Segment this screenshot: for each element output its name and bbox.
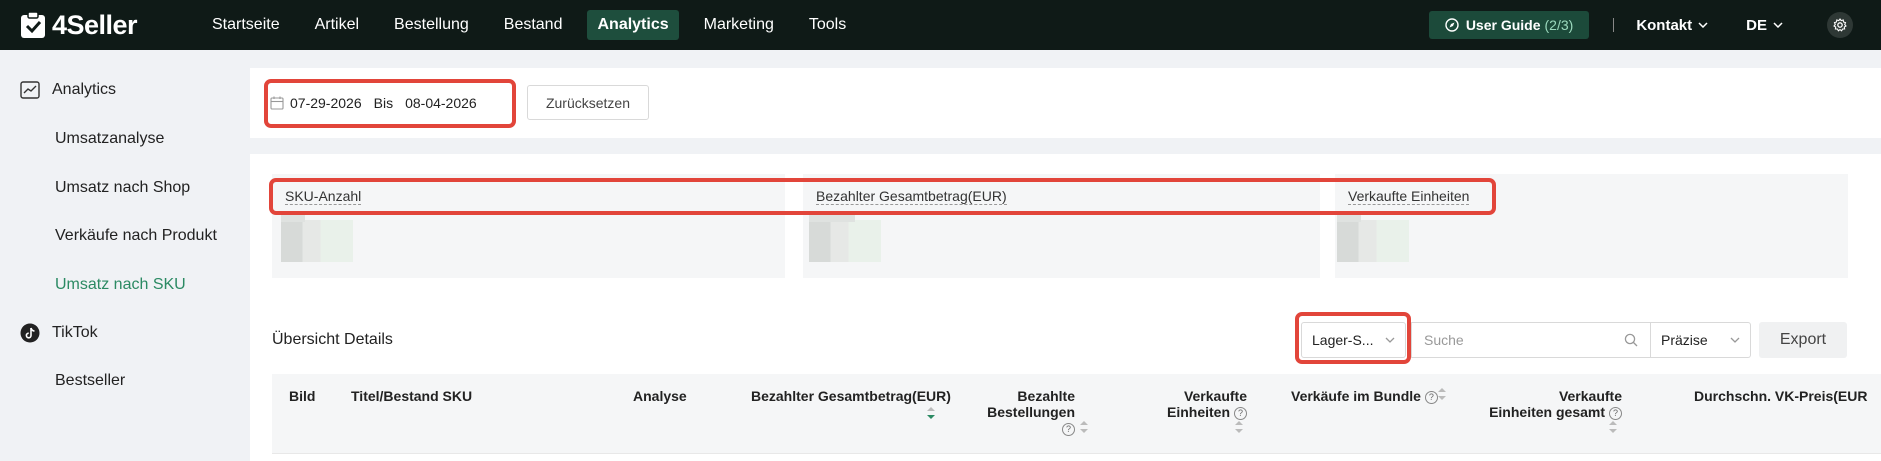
language-dropdown[interactable]: DE xyxy=(1746,17,1783,34)
metric-value-sku-blurred xyxy=(281,212,353,262)
nav-item-bestellung[interactable]: Bestellung xyxy=(384,10,479,40)
column-header-line: Bezahlte xyxy=(1017,388,1075,404)
chevron-down-icon xyxy=(1773,22,1783,28)
chart-line-icon xyxy=(20,80,40,100)
column-header-verkaufte-einheiten-gesamt: Verkaufte Einheiten gesamt? xyxy=(1470,388,1622,420)
sidebar-item-umsatz-nach-sku[interactable]: Umsatz nach SKU xyxy=(55,276,186,294)
user-guide-label: User Guide xyxy=(1465,17,1541,33)
column-header-durchschn-vk-preis: Durchschn. VK-Preis(EUR xyxy=(1694,388,1868,404)
column-header-bezahlte-bestellungen: Bezahlte Bestellungen? xyxy=(975,388,1075,436)
sort-icon[interactable] xyxy=(1608,420,1618,434)
help-question-icon[interactable]: ? xyxy=(1424,390,1438,404)
sort-descending-icon[interactable] xyxy=(926,406,936,420)
sidebar-item-bestseller[interactable]: Bestseller xyxy=(55,372,125,390)
search-field[interactable] xyxy=(1411,322,1651,358)
sort-icon[interactable] xyxy=(1437,387,1447,401)
gear-icon xyxy=(1833,18,1847,32)
metric-value-amount-blurred xyxy=(809,212,881,262)
column-header-bezahlter-gesamtbetrag: Bezahlter Gesamtbetrag(EUR) xyxy=(751,388,951,404)
column-header-verkaeufe-im-bundle: Verkäufe im Bundle? xyxy=(1291,388,1438,404)
column-header-line: Verkaufte xyxy=(1558,388,1622,404)
column-header-verkaufte-einheiten: Verkaufte Einheiten? xyxy=(1130,388,1247,420)
help-question-icon[interactable]: ? xyxy=(1609,406,1622,420)
column-header-line: Einheiten? xyxy=(1130,404,1247,420)
column-header-line-text: Einheiten xyxy=(1166,404,1230,420)
search-input[interactable] xyxy=(1424,332,1604,348)
help-question-icon[interactable]: ? xyxy=(1062,422,1075,436)
column-header-bild: Bild xyxy=(289,388,316,404)
column-header-line: Einheiten gesamt? xyxy=(1470,404,1622,420)
main-nav: Startseite Artikel Bestellung Bestand An… xyxy=(202,0,871,50)
metric-value-units-blurred xyxy=(1337,212,1409,262)
sidebar-group-tiktok[interactable]: TikTok xyxy=(20,323,98,343)
column-header-line-text: Bestellungen xyxy=(987,404,1075,420)
sort-icon[interactable] xyxy=(1079,420,1089,434)
contact-dropdown[interactable]: Kontakt xyxy=(1636,17,1708,34)
match-mode-value: Präzise xyxy=(1661,332,1708,348)
reset-button[interactable]: Zurücksetzen xyxy=(527,85,649,120)
contact-label: Kontakt xyxy=(1636,16,1693,34)
sidebar-item-verkaeufe-nach-produkt[interactable]: Verkäufe nach Produkt xyxy=(55,227,217,245)
column-header-line-text: Einheiten gesamt xyxy=(1489,404,1605,420)
nav-item-bestand[interactable]: Bestand xyxy=(494,10,573,40)
nav-right-area: User Guide (2/3) Kontakt DE xyxy=(1428,0,1881,50)
search-icon[interactable] xyxy=(1624,333,1638,347)
tiktok-icon xyxy=(20,323,40,343)
top-navigation-bar: 4Seller Startseite Artikel Bestellung Be… xyxy=(0,0,1881,50)
nav-item-startseite[interactable]: Startseite xyxy=(202,10,290,40)
sidebar-item-umsatz-nach-shop[interactable]: Umsatz nach Shop xyxy=(55,179,190,197)
details-title: Übersicht Details xyxy=(272,331,393,348)
highlight-box-date xyxy=(264,79,516,128)
help-question-icon[interactable]: ? xyxy=(1234,406,1247,420)
column-header-titel: Titel/Bestand SKU xyxy=(351,388,473,404)
column-header-analyse: Analyse xyxy=(633,388,687,404)
highlight-box-metrics xyxy=(269,178,1496,215)
match-mode-select[interactable]: Präzise xyxy=(1651,322,1751,358)
logo-clipboard-icon xyxy=(20,11,46,39)
compass-icon xyxy=(1445,18,1459,32)
column-header-line: Bestellungen? xyxy=(975,404,1075,436)
highlight-box-warehouse xyxy=(1295,312,1411,364)
sidebar-item-umsatzanalyse[interactable]: Umsatzanalyse xyxy=(55,130,164,148)
chevron-down-icon xyxy=(1698,22,1708,28)
export-button[interactable]: Export xyxy=(1759,322,1847,358)
chevron-down-icon xyxy=(1730,337,1740,343)
sidebar: Analytics Umsatzanalyse Umsatz nach Shop… xyxy=(0,50,250,461)
nav-item-artikel[interactable]: Artikel xyxy=(305,10,369,40)
sort-icon[interactable] xyxy=(1234,420,1244,434)
column-header-line-text: Verkäufe im Bundle xyxy=(1291,388,1421,404)
sidebar-group-label: Analytics xyxy=(52,81,117,98)
sidebar-group-analytics[interactable]: Analytics xyxy=(20,80,116,100)
table-header-row xyxy=(272,374,1881,454)
sidebar-group-label: TikTok xyxy=(52,324,98,341)
brand-logo[interactable]: 4Seller xyxy=(20,10,202,41)
nav-divider xyxy=(1613,18,1615,32)
settings-button[interactable] xyxy=(1827,12,1853,38)
user-guide-progress: (2/3) xyxy=(1544,17,1574,33)
user-guide-button[interactable]: User Guide (2/3) xyxy=(1428,11,1590,39)
nav-item-analytics[interactable]: Analytics xyxy=(587,10,679,40)
column-header-line: Verkaufte xyxy=(1183,388,1247,404)
language-label: DE xyxy=(1746,16,1767,34)
brand-name: 4Seller xyxy=(52,9,138,40)
nav-item-tools[interactable]: Tools xyxy=(799,10,856,40)
nav-item-marketing[interactable]: Marketing xyxy=(694,10,784,40)
